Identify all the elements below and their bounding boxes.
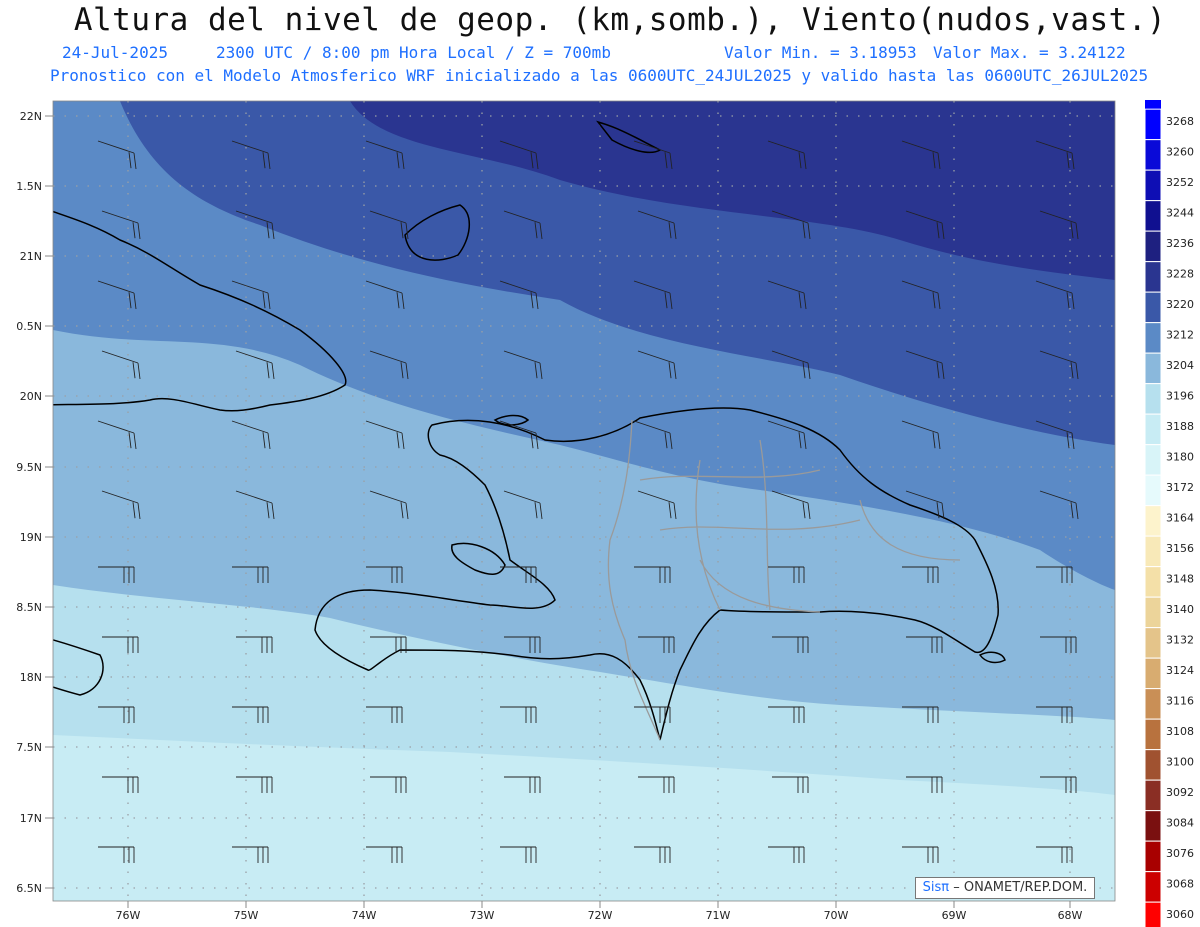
credit-box: Sisπ – ONAMET/REP.DOM. bbox=[915, 877, 1095, 899]
colorbar-cell bbox=[1144, 688, 1162, 720]
lat-label: 6.5N bbox=[16, 882, 42, 895]
colorbar-cell bbox=[1144, 901, 1162, 927]
colorbar-label: 3180 bbox=[1166, 451, 1194, 464]
colorbar-label: 3148 bbox=[1166, 573, 1194, 586]
colorbar-label: 3212 bbox=[1166, 329, 1194, 342]
colorbar-label: 3124 bbox=[1166, 664, 1194, 677]
colorbar-label: 3100 bbox=[1166, 756, 1194, 769]
colorbar-cell bbox=[1144, 108, 1162, 141]
colorbar-cell bbox=[1144, 535, 1162, 568]
colorbar-label: 3084 bbox=[1166, 817, 1194, 830]
lon-label: 73W bbox=[470, 909, 495, 922]
longitude-labels: 76W 75W 74W 73W 72W 71W 70W 69W 68W bbox=[116, 909, 1083, 922]
colorbar-cell bbox=[1144, 474, 1162, 507]
colorbar-label: 3188 bbox=[1166, 420, 1194, 433]
wind-barb bbox=[772, 917, 808, 927]
colorbar-cell bbox=[1144, 657, 1162, 690]
colorbar-label: 3252 bbox=[1166, 176, 1194, 189]
colorbar-label: 3108 bbox=[1166, 725, 1194, 738]
lat-label: 9.5N bbox=[16, 461, 42, 474]
lat-label: 21N bbox=[20, 250, 42, 263]
colorbar-label: 3236 bbox=[1166, 237, 1194, 250]
colorbar-label: 3196 bbox=[1166, 390, 1194, 403]
credit-text: – ONAMET/REP.DOM. bbox=[953, 880, 1088, 895]
colorbar-label: 3116 bbox=[1166, 695, 1194, 708]
forecast-map: 22N 1.5N 21N 0.5N 20N 9.5N 19N 8.5N 18N 7.5N 17N 6.… bbox=[16, 100, 1200, 927]
colorbar-label: 3172 bbox=[1166, 481, 1194, 494]
colorbar-label: 3060 bbox=[1166, 908, 1194, 921]
lat-label: 20N bbox=[20, 390, 42, 403]
colorbar-cell bbox=[1144, 261, 1162, 293]
lat-label: 1.5N bbox=[16, 180, 42, 193]
colorbar-label: 3260 bbox=[1166, 146, 1194, 159]
colorbar-cell bbox=[1144, 413, 1162, 446]
lon-label: 68W bbox=[1058, 909, 1083, 922]
colorbar-cell bbox=[1144, 749, 1162, 781]
colorbar-cell bbox=[1144, 505, 1162, 537]
colorbar-label: 3204 bbox=[1166, 359, 1194, 372]
colorbar-cell bbox=[1144, 230, 1162, 263]
colorbar-cell bbox=[1144, 596, 1162, 629]
wind-barb bbox=[1170, 707, 1200, 723]
lon-label: 72W bbox=[588, 909, 613, 922]
colorbar-cell bbox=[1144, 840, 1162, 873]
colorbar-label: 3068 bbox=[1166, 878, 1194, 891]
colorbar: 3268 3260 3252 3244 3236 3228 3220 3212 3204 3196… bbox=[1144, 100, 1194, 927]
lat-label: 18N bbox=[20, 671, 42, 684]
colorbar-cell bbox=[1144, 352, 1162, 385]
colorbar-label: 3164 bbox=[1166, 512, 1194, 525]
colorbar-cell bbox=[1144, 383, 1162, 415]
colorbar-cell bbox=[1144, 779, 1162, 812]
colorbar-label: 3092 bbox=[1166, 786, 1194, 799]
colorbar-cell bbox=[1144, 566, 1162, 598]
lon-label: 76W bbox=[116, 909, 141, 922]
lat-label: 7.5N bbox=[16, 741, 42, 754]
lon-label: 75W bbox=[234, 909, 259, 922]
lon-label: 74W bbox=[352, 909, 377, 922]
lat-label: 8.5N bbox=[16, 601, 42, 614]
lat-label: 0.5N bbox=[16, 320, 42, 333]
colorbar-label: 3268 bbox=[1166, 115, 1194, 128]
colorbar-label: 3228 bbox=[1166, 268, 1194, 281]
lat-label: 19N bbox=[20, 531, 42, 544]
colorbar-cell bbox=[1144, 169, 1162, 202]
colorbar-label: 3156 bbox=[1166, 542, 1194, 555]
shaded-bands bbox=[53, 101, 1115, 901]
colorbar-cell bbox=[1144, 718, 1162, 751]
latitude-labels: 22N 1.5N 21N 0.5N 20N 9.5N 19N 8.5N 18N 7.5N 17N 6.… bbox=[16, 110, 42, 895]
colorbar-label: 3132 bbox=[1166, 634, 1194, 647]
colorbar-cell bbox=[1144, 322, 1162, 354]
lon-label: 71W bbox=[706, 909, 731, 922]
colorbar-label: 3140 bbox=[1166, 603, 1194, 616]
colorbar-label: 3076 bbox=[1166, 847, 1194, 860]
lon-label: 69W bbox=[942, 909, 967, 922]
wind-barb bbox=[504, 917, 540, 927]
colorbar-label: 3220 bbox=[1166, 298, 1194, 311]
colorbar-label: 3244 bbox=[1166, 207, 1194, 220]
colorbar-cell bbox=[1144, 627, 1162, 659]
wind-barb bbox=[906, 917, 942, 927]
colorbar-cell bbox=[1144, 810, 1162, 842]
sis-logo: Sisπ bbox=[922, 880, 950, 895]
lat-label: 17N bbox=[20, 812, 42, 825]
colorbar-cell bbox=[1144, 139, 1162, 171]
lat-label: 22N bbox=[20, 110, 42, 123]
lon-label: 70W bbox=[824, 909, 849, 922]
colorbar-cell bbox=[1144, 871, 1162, 903]
colorbar-cell bbox=[1144, 444, 1162, 476]
wind-barb bbox=[638, 917, 674, 927]
colorbar-cell bbox=[1144, 200, 1162, 232]
colorbar-cell bbox=[1144, 291, 1162, 324]
